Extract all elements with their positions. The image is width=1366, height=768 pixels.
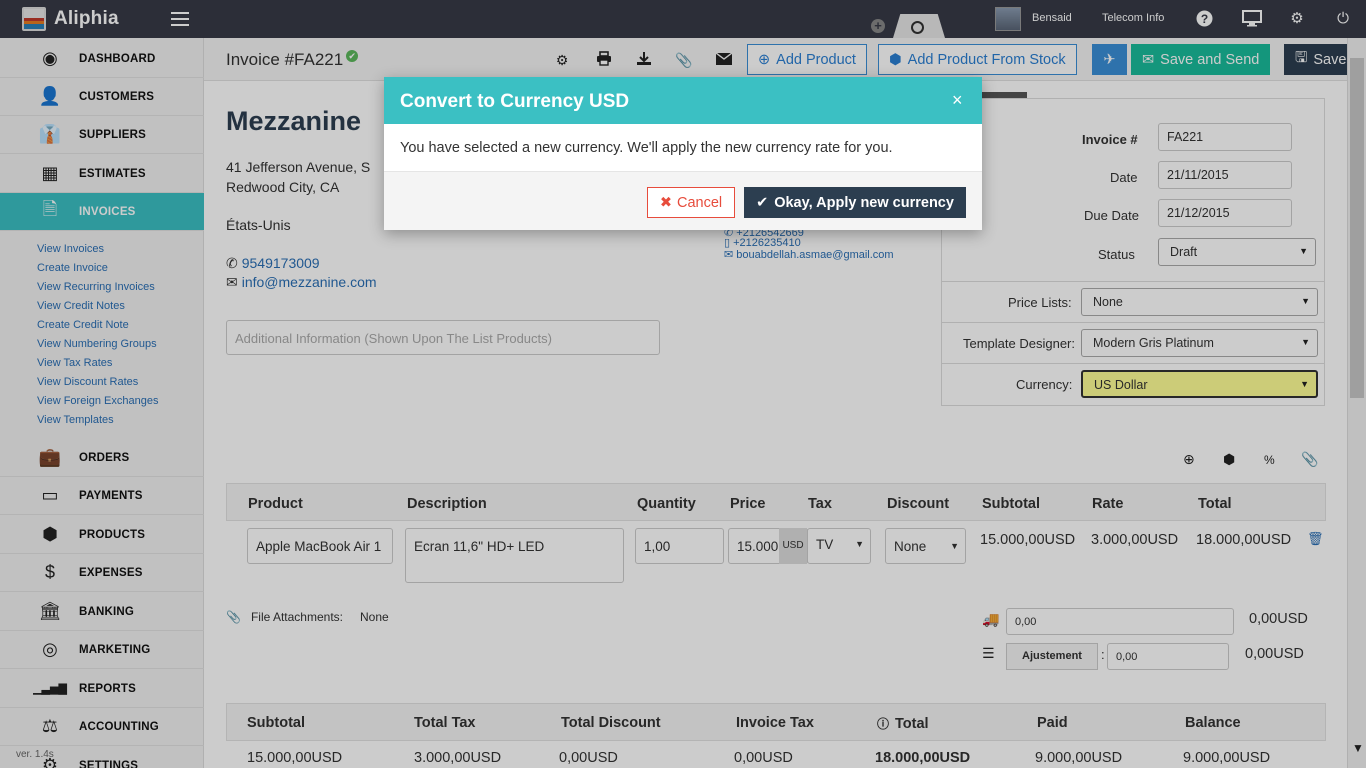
modal-title: Convert to Currency USD	[400, 91, 630, 112]
cancel-button[interactable]: ✖ Cancel	[647, 187, 735, 218]
apply-currency-button[interactable]: ✔ Okay, Apply new currency	[744, 187, 966, 218]
close-icon[interactable]: ×	[952, 90, 963, 111]
close-icon: ✖	[659, 194, 672, 211]
modal-message: You have selected a new currency. We'll …	[400, 140, 893, 156]
modal-footer: ✖ Cancel ✔ Okay, Apply new currency	[384, 171, 982, 230]
modal-header: Convert to Currency USD ×	[384, 77, 982, 124]
currency-convert-modal: Convert to Currency USD × You have selec…	[384, 77, 982, 230]
check-icon: ✔	[756, 194, 769, 211]
